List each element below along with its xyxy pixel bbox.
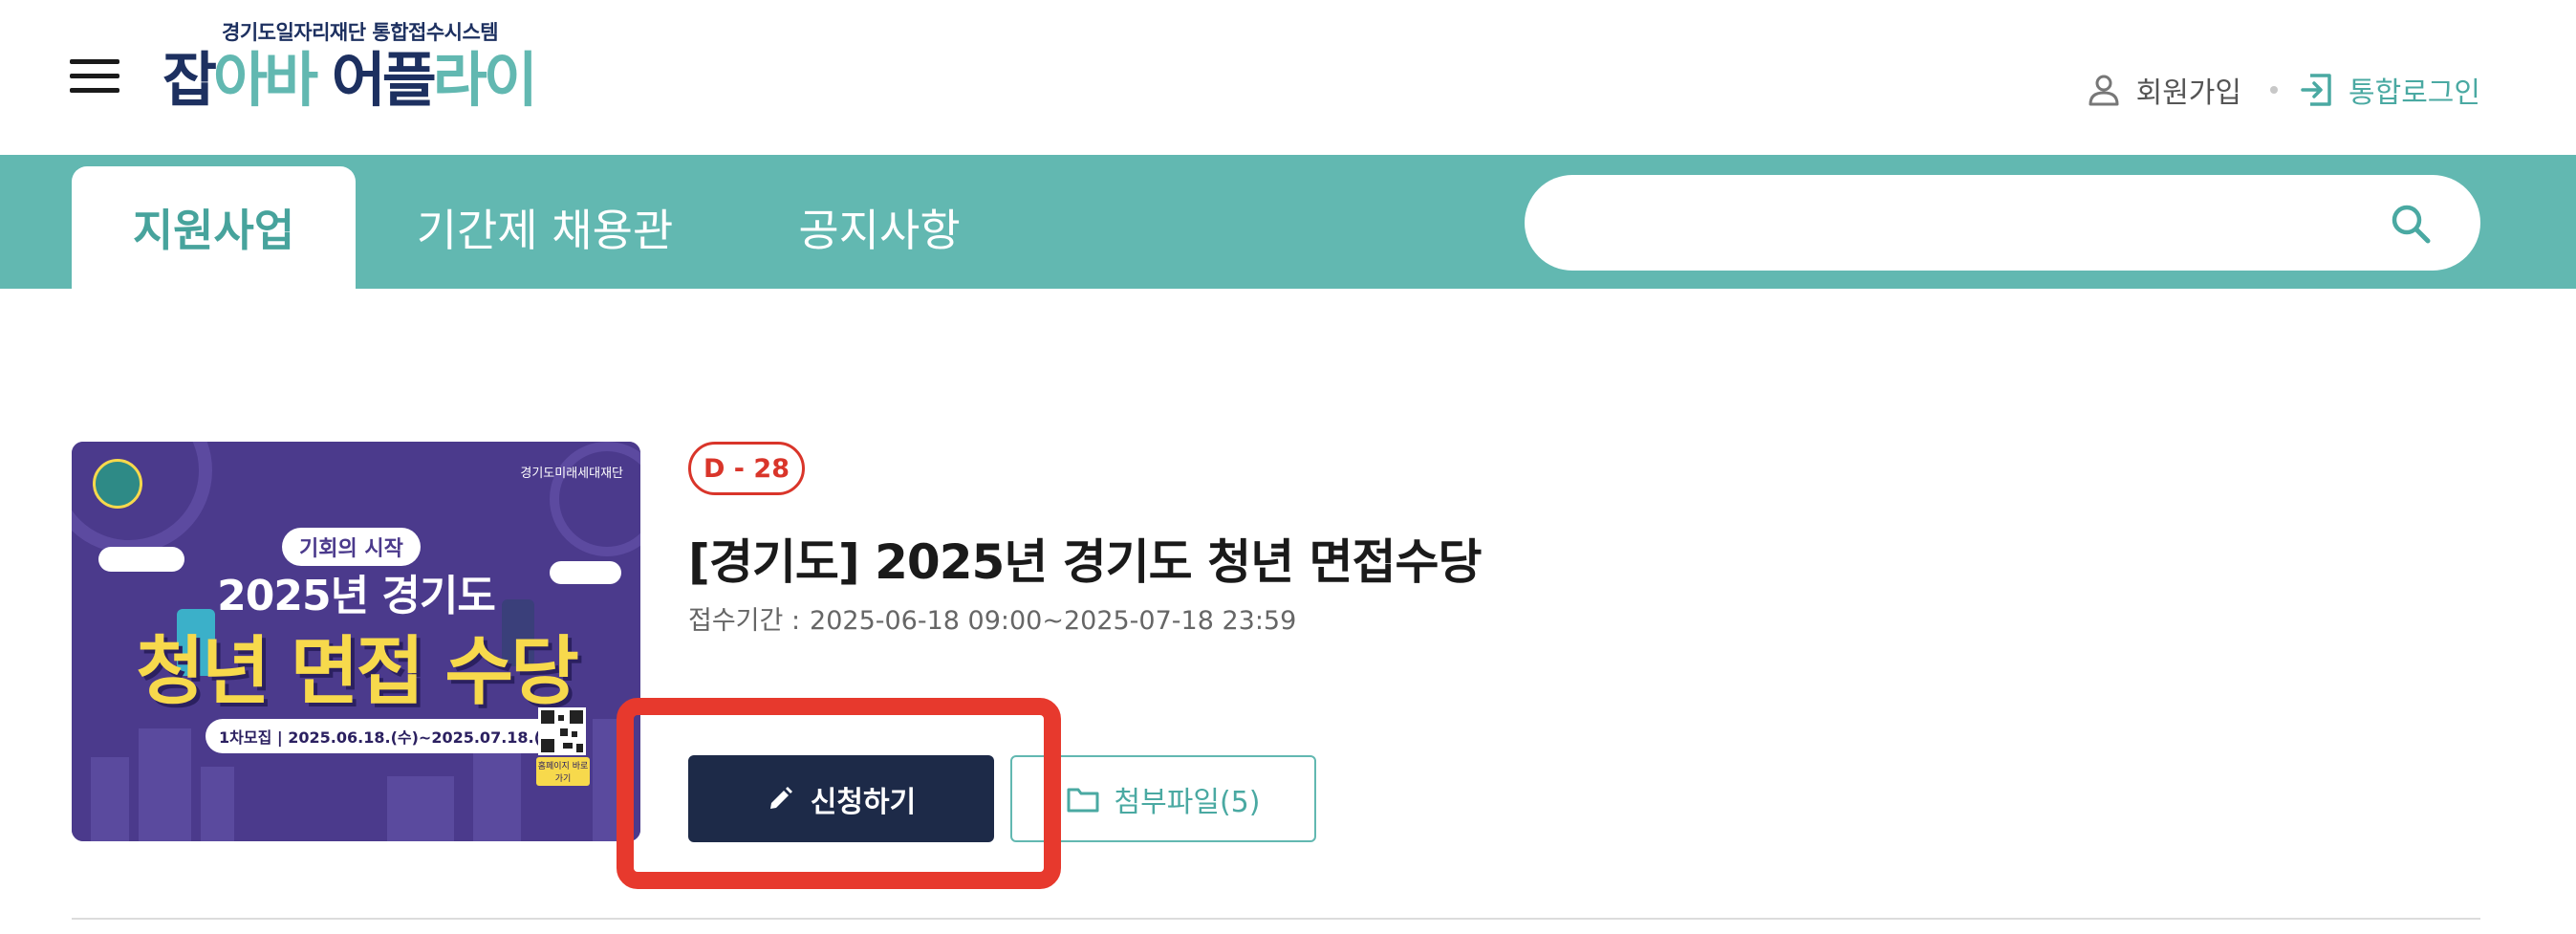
apply-button[interactable]: 신청하기 — [688, 755, 994, 842]
thumbnail-headline: 청년 면접 수당 — [136, 629, 579, 715]
tab-support-programs[interactable]: 지원사업 — [72, 166, 356, 289]
logo-part: 아바 — [213, 45, 318, 115]
qr-code-icon — [538, 707, 586, 755]
search-bar — [1525, 175, 2480, 271]
dday-badge: D - 28 — [688, 442, 805, 495]
user-utility-menu: 회원가입 통합로그인 — [2087, 63, 2480, 117]
tab-fixed-term-jobs[interactable]: 기간제 채용관 — [401, 166, 688, 289]
signup-label: 회원가입 — [2135, 76, 2241, 110]
search-icon[interactable] — [2389, 202, 2433, 246]
application-period: 접수기간 : 2025-06-18 09:00~2025-07-18 23:59 — [688, 599, 1306, 637]
thumbnail-org: 경기도미래세대재단 — [520, 467, 623, 481]
login-link[interactable]: 통합로그인 — [2301, 69, 2480, 111]
separator-dot — [2270, 86, 2278, 94]
logo-title: 잡아바 어플라이 — [162, 42, 538, 119]
thumbnail-period: 1차모집 | 2025.06.18.(수)~2025.07.18.(금) — [206, 719, 575, 753]
period-label: 접수기간 : — [688, 606, 801, 636]
login-icon — [2301, 74, 2331, 106]
thumbnail-pill: 기회의 시작 — [282, 528, 421, 566]
folder-icon — [1067, 788, 1099, 812]
site-header: 경기도일자리재단 통합접수시스템 잡아바 어플라이 회원가입 통합로그인 — [0, 0, 2576, 155]
program-title[interactable]: [경기도] 2025년 경기도 청년 면접수당 — [688, 524, 1482, 593]
list-divider — [72, 918, 2480, 920]
pencil-icon — [769, 786, 792, 809]
apply-label: 신청하기 — [810, 785, 917, 819]
attachments-button[interactable]: 첨부파일(5) — [1010, 755, 1316, 842]
site-logo[interactable]: 경기도일자리재단 통합접수시스템 잡아바 어플라이 — [162, 13, 583, 124]
period-value: 2025-06-18 09:00~2025-07-18 23:59 — [810, 606, 1297, 636]
tab-notices[interactable]: 공지사항 — [784, 166, 975, 289]
thumbnail-badge — [93, 459, 142, 509]
qr-label: 홈페이지 바로가기 — [536, 757, 590, 786]
program-thumbnail[interactable]: 경기도미래세대재단 기회의 시작 2025년 경기도 청년 면접 수당 1차모집… — [72, 442, 640, 841]
user-icon — [2089, 75, 2119, 106]
logo-part: 어플 — [314, 45, 437, 115]
attachments-label: 첨부파일(5) — [1114, 785, 1261, 819]
login-label: 통합로그인 — [2349, 76, 2480, 110]
signup-link[interactable]: 회원가입 — [2087, 69, 2241, 111]
search-input[interactable] — [1563, 196, 2366, 250]
logo-part: 라이 — [432, 45, 538, 115]
logo-part: 잡 — [162, 45, 217, 115]
menu-icon[interactable] — [70, 59, 119, 94]
